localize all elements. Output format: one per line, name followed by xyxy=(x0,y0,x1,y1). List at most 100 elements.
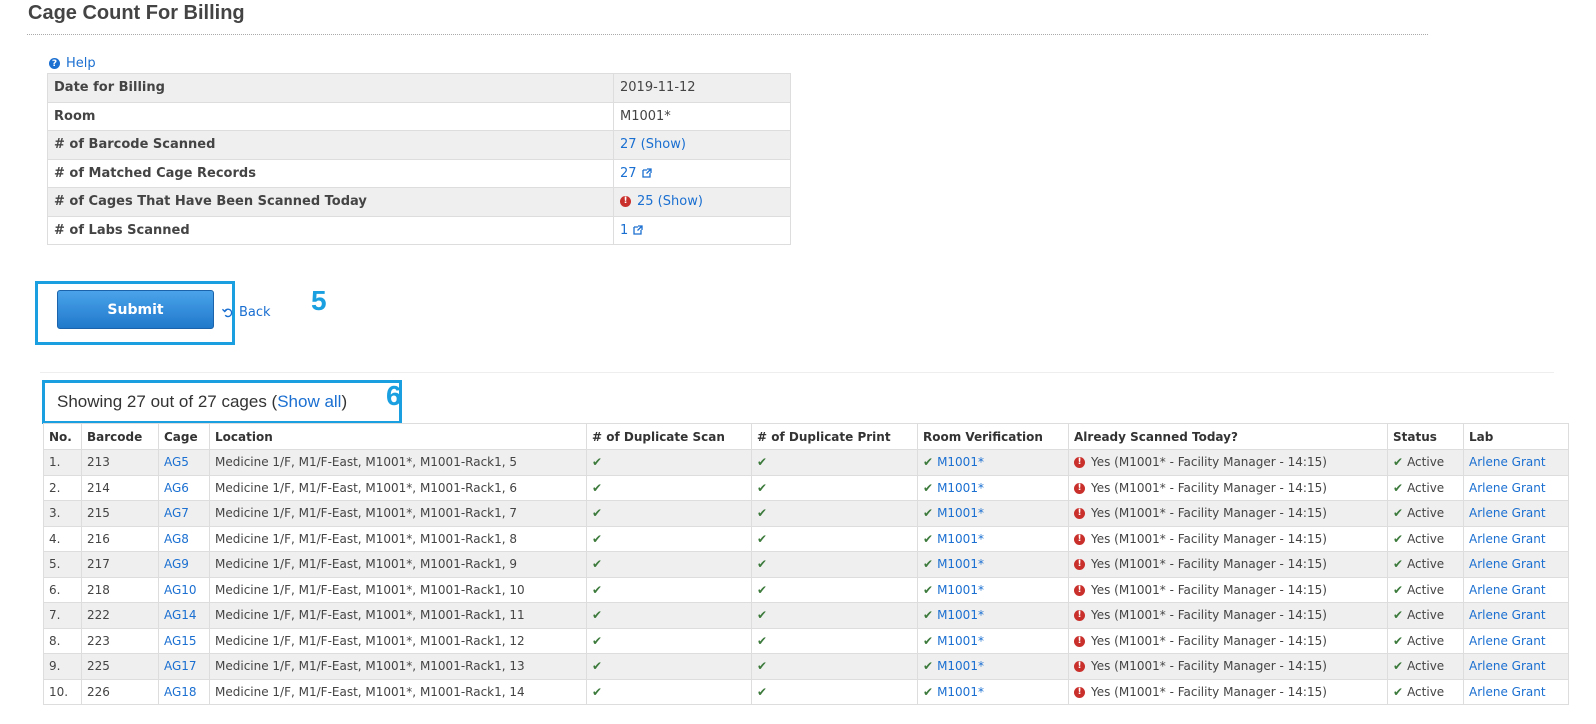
lab-link[interactable]: Arlene Grant xyxy=(1469,659,1546,673)
status-text: Active xyxy=(1407,557,1445,572)
room-link[interactable]: M1001* xyxy=(937,608,984,622)
column-header[interactable]: Already Scanned Today? xyxy=(1068,423,1388,450)
barcode-cell: 217 xyxy=(81,551,159,578)
exclamation-circle-icon: ! xyxy=(1074,584,1085,596)
check-icon: ✔ xyxy=(592,659,603,674)
status-text: Active xyxy=(1407,480,1445,495)
cage-link[interactable]: AG15 xyxy=(164,634,197,648)
status-text: Active xyxy=(1407,608,1445,623)
barcode-cell: 225 xyxy=(81,653,159,680)
show-all-link[interactable]: Show all xyxy=(277,392,341,411)
room-link[interactable]: M1001* xyxy=(937,481,984,495)
lab-link[interactable]: Arlene Grant xyxy=(1469,455,1546,469)
table-row: 3. 215 AG7 Medicine 1/F, M1/F-East, M1001*,… xyxy=(43,500,1569,527)
check-icon: ✔ xyxy=(1393,480,1404,495)
room-link[interactable]: M1001* xyxy=(937,557,984,571)
scanned-today-text: Yes (M1001* - Facility Manager - 14:15) xyxy=(1091,582,1327,597)
room-link[interactable]: M1001* xyxy=(937,685,984,699)
check-icon: ✔ xyxy=(592,684,603,699)
check-icon: ✔ xyxy=(923,608,934,623)
row-number: 1. xyxy=(43,449,82,476)
barcode-scanned-show-link[interactable]: 27 (Show) xyxy=(620,137,686,152)
help-label: Help xyxy=(66,56,96,71)
column-header[interactable]: Lab xyxy=(1463,423,1569,450)
help-link[interactable]: ? Help xyxy=(49,56,96,71)
check-icon: ✔ xyxy=(592,557,603,572)
page-title: Cage Count For Billing xyxy=(28,2,245,24)
scanned-today-show-link[interactable]: 25 (Show) xyxy=(637,194,703,209)
lab-link[interactable]: Arlene Grant xyxy=(1469,685,1546,699)
check-icon: ✔ xyxy=(1393,633,1404,648)
lab-link[interactable]: Arlene Grant xyxy=(1469,506,1546,520)
column-header[interactable]: Location xyxy=(209,423,587,450)
check-icon: ✔ xyxy=(1393,608,1404,623)
check-icon: ✔ xyxy=(923,480,934,495)
cage-link[interactable]: AG5 xyxy=(164,455,189,469)
check-icon: ✔ xyxy=(757,455,768,470)
lab-link[interactable]: Arlene Grant xyxy=(1469,557,1546,571)
lab-link[interactable]: Arlene Grant xyxy=(1469,608,1546,622)
check-icon: ✔ xyxy=(592,633,603,648)
check-icon: ✔ xyxy=(923,557,934,572)
room-link[interactable]: M1001* xyxy=(937,659,984,673)
showing-count-text: Showing 27 out of 27 cages (Show all) xyxy=(57,392,347,412)
check-icon: ✔ xyxy=(592,480,603,495)
section-divider xyxy=(40,372,1554,373)
scanned-today-text: Yes (M1001* - Facility Manager - 14:15) xyxy=(1091,557,1327,572)
scanned-today-text: Yes (M1001* - Facility Manager - 14:15) xyxy=(1091,633,1327,648)
lab-link[interactable]: Arlene Grant xyxy=(1469,634,1546,648)
summary-label: # of Labs Scanned xyxy=(47,215,614,245)
summary-label: # of Cages That Have Been Scanned Today xyxy=(47,187,614,217)
barcode-cell: 213 xyxy=(81,449,159,476)
cage-link[interactable]: AG18 xyxy=(164,685,197,699)
room-link[interactable]: M1001* xyxy=(937,634,984,648)
labs-scanned-link[interactable]: 1 xyxy=(620,223,643,238)
location-cell: Medicine 1/F, M1/F-East, M1001*, M1001-R… xyxy=(209,474,587,501)
location-cell: Medicine 1/F, M1/F-East, M1001*, M1001-R… xyxy=(209,500,587,527)
lab-link[interactable]: Arlene Grant xyxy=(1469,583,1546,597)
status-text: Active xyxy=(1407,582,1445,597)
column-header[interactable]: Status xyxy=(1387,423,1464,450)
check-icon: ✔ xyxy=(1393,531,1404,546)
column-header[interactable]: Cage xyxy=(158,423,210,450)
column-header[interactable]: No. xyxy=(43,423,82,450)
back-link[interactable]: Back xyxy=(222,305,271,320)
location-cell: Medicine 1/F, M1/F-East, M1001*, M1001-R… xyxy=(209,627,587,654)
submit-button[interactable]: Submit xyxy=(57,290,214,329)
check-icon: ✔ xyxy=(923,633,934,648)
check-icon: ✔ xyxy=(923,455,934,470)
room-link[interactable]: M1001* xyxy=(937,583,984,597)
matched-cages-link[interactable]: 27 xyxy=(620,166,652,181)
cage-link[interactable]: AG9 xyxy=(164,557,189,571)
summary-row-date: Date for Billing 2019-11-12 xyxy=(47,73,791,103)
summary-row-barcode-scanned: # of Barcode Scanned 27 (Show) xyxy=(47,130,791,160)
room-link[interactable]: M1001* xyxy=(937,455,984,469)
external-link-icon xyxy=(641,168,652,178)
title-divider xyxy=(27,34,1428,35)
room-link[interactable]: M1001* xyxy=(937,506,984,520)
scanned-today-text: Yes (M1001* - Facility Manager - 14:15) xyxy=(1091,659,1327,674)
cage-link[interactable]: AG10 xyxy=(164,583,197,597)
check-icon: ✔ xyxy=(592,582,603,597)
column-header[interactable]: # of Duplicate Print xyxy=(751,423,918,450)
check-icon: ✔ xyxy=(1393,582,1404,597)
cage-link[interactable]: AG6 xyxy=(164,481,189,495)
cage-link[interactable]: AG14 xyxy=(164,608,197,622)
cage-link[interactable]: AG17 xyxy=(164,659,197,673)
cage-link[interactable]: AG8 xyxy=(164,532,189,546)
status-text: Active xyxy=(1407,633,1445,648)
room-link[interactable]: M1001* xyxy=(937,532,984,546)
lab-link[interactable]: Arlene Grant xyxy=(1469,481,1546,495)
column-header[interactable]: # of Duplicate Scan xyxy=(586,423,752,450)
lab-link[interactable]: Arlene Grant xyxy=(1469,532,1546,546)
check-icon: ✔ xyxy=(1393,506,1404,521)
check-icon: ✔ xyxy=(592,608,603,623)
cage-link[interactable]: AG7 xyxy=(164,506,189,520)
back-label: Back xyxy=(239,305,271,320)
column-header[interactable]: Room Verification xyxy=(917,423,1069,450)
check-icon: ✔ xyxy=(757,633,768,648)
column-header[interactable]: Barcode xyxy=(81,423,159,450)
check-icon: ✔ xyxy=(757,480,768,495)
exclamation-circle-icon: ! xyxy=(1074,533,1085,545)
table-row: 7. 222 AG14 Medicine 1/F, M1/F-East, M1001*… xyxy=(43,602,1569,629)
